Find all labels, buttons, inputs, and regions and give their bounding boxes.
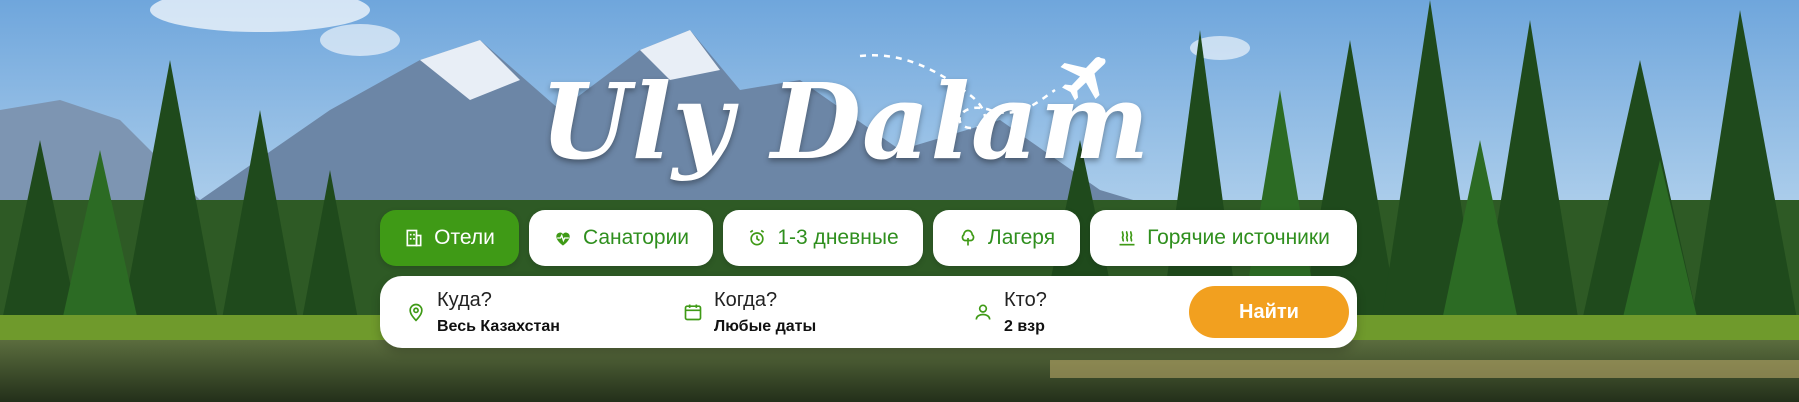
tab-label: Санатории — [582, 226, 690, 249]
guests-value: 2 взр — [1004, 318, 1045, 335]
calendar-icon — [684, 304, 702, 321]
airplane-icon — [1060, 56, 1106, 101]
search-button[interactable]: Найти — [1189, 286, 1349, 338]
tab-camps[interactable]: Лагеря — [933, 210, 1080, 266]
tab-label: 1-3 дневные — [777, 226, 899, 249]
tree-icon — [961, 229, 975, 246]
user-icon — [975, 304, 991, 320]
tab-label: Лагеря — [987, 226, 1056, 249]
dates-value: Любые даты — [714, 318, 817, 335]
dates-field[interactable]: Когда? Любые даты — [657, 276, 947, 348]
tab-hotels[interactable]: Отели — [380, 210, 519, 266]
tab-sanatoriums[interactable]: Санатории — [529, 210, 713, 266]
destination-value: Весь Казахстан — [437, 318, 560, 335]
tab-hot-springs[interactable]: Горячие источники — [1090, 210, 1357, 266]
tab-label: Отели — [434, 226, 495, 249]
hero-banner: Uly Dalam Отели Санатории 1-3 дневные Ла… — [0, 0, 1799, 402]
guests-title: Кто? — [1004, 289, 1047, 311]
tab-short-trips[interactable]: 1-3 дневные — [723, 210, 923, 266]
tab-label: Горячие источники — [1147, 226, 1330, 249]
guests-field[interactable]: Кто? 2 взр — [947, 276, 1177, 348]
location-pin-icon — [409, 303, 423, 322]
alarm-clock-icon — [750, 229, 765, 246]
hot-springs-icon — [1119, 230, 1135, 246]
heart-pulse-icon — [556, 232, 570, 246]
building-icon — [406, 229, 422, 247]
destination-title: Куда? — [437, 289, 492, 311]
destination-field[interactable]: Куда? Весь Казахстан — [380, 276, 657, 348]
flight-path-decoration — [859, 53, 1056, 130]
dates-title: Когда? — [714, 289, 778, 311]
search-bar: Куда? Весь Казахстан Когда? Любые даты К… — [380, 276, 1357, 348]
